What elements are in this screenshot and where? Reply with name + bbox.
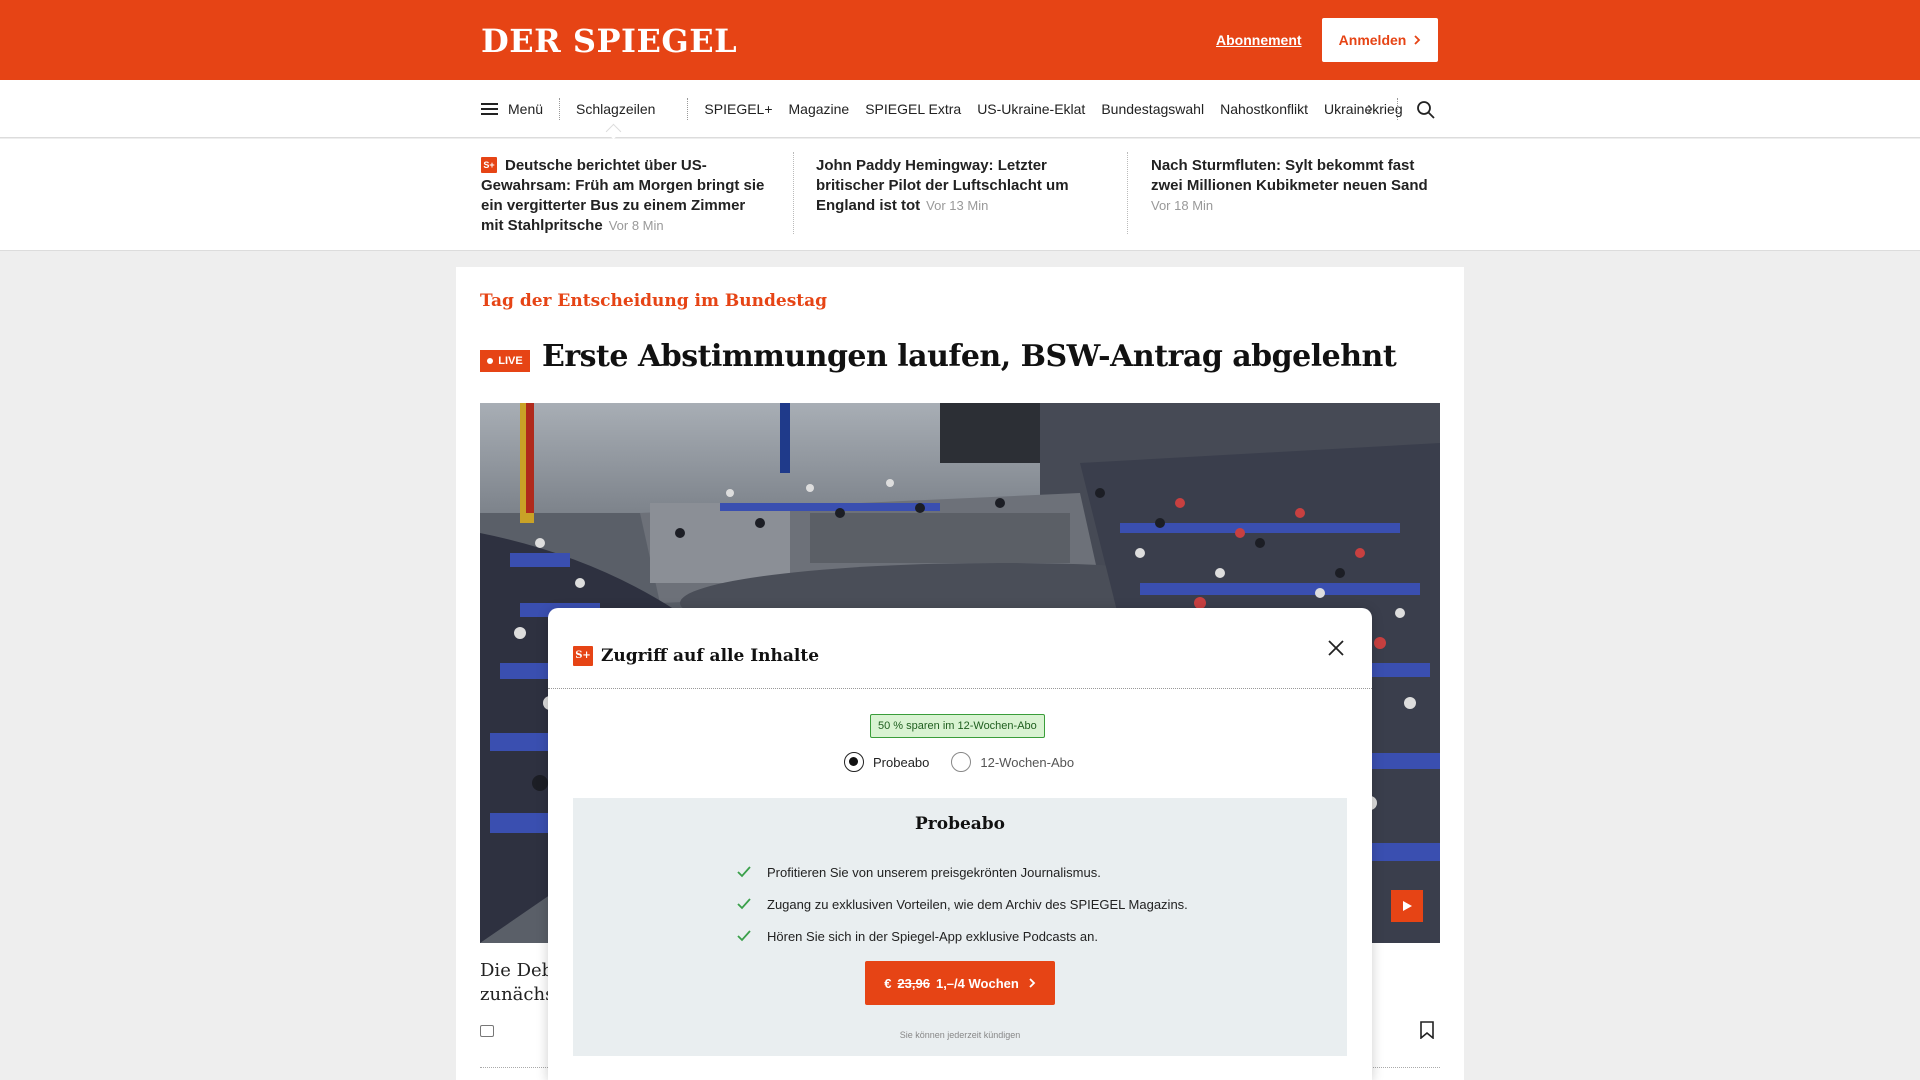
radio-selected-icon — [844, 752, 864, 772]
search-icon[interactable] — [1416, 100, 1436, 120]
plan-title: Probeabo — [914, 814, 1006, 834]
article-headline[interactable]: Erste Abstimmungen laufen, BSW-Antrag ab… — [542, 339, 1397, 374]
check-icon — [737, 898, 751, 910]
spiegel-plus-badge: S+ — [481, 157, 497, 173]
benefit-text: Zugang zu exklusiven Vorteilen, wie dem … — [767, 896, 1188, 912]
ticker-divider — [793, 152, 794, 234]
benefit-item: Zugang zu exklusiven Vorteilen, wie dem … — [737, 888, 1188, 920]
radio-label: 12-Wochen-Abo — [980, 754, 1075, 770]
cta-new-price: 1,–/4 Wochen — [935, 975, 1019, 991]
ticker-item[interactable]: John Paddy Hemingway: Letzter britischer… — [816, 156, 1086, 216]
login-button-label: Anmelden — [1338, 32, 1407, 48]
cta-old-price: 23,96 — [897, 975, 930, 991]
article-kicker[interactable]: Tag der Entscheidung im Bundestag — [480, 291, 827, 311]
subscribe-button[interactable]: € 23,96 1,–/4 Wochen — [865, 961, 1055, 1005]
savings-badge: 50 % sparen im 12-Wochen-Abo — [870, 714, 1045, 738]
subscription-link[interactable]: Abonnement — [1216, 32, 1302, 48]
radio-unselected-icon — [951, 752, 972, 772]
nav-item-schlagzeilen[interactable]: Schlagzeilen — [576, 101, 671, 117]
nav-item-nahostkonflikt[interactable]: Nahostkonflikt — [1220, 101, 1308, 117]
spiegel-logo[interactable]: DER SPIEGEL — [481, 22, 737, 60]
check-icon — [737, 930, 751, 942]
play-icon — [1403, 901, 1412, 911]
ticker-time: Vor 13 Min — [926, 198, 989, 213]
nav-item-us-ukraine[interactable]: US-Ukraine-Eklat — [977, 101, 1085, 117]
subscription-modal: S+ Zugriff auf alle Inhalte 50 % sparen … — [548, 608, 1372, 1080]
menu-label: Menü — [508, 101, 544, 117]
nav-scroll-right-icon[interactable]: › — [1367, 98, 1373, 119]
benefit-list: Profitieren Sie von unserem preisgekrönt… — [737, 856, 1188, 952]
ticker-time: Vor 18 Min — [1151, 198, 1214, 213]
live-dot-icon — [487, 358, 494, 364]
nav-divider — [687, 98, 689, 120]
nav-item-magazine[interactable]: Magazine — [789, 101, 850, 117]
chevron-right-icon — [1414, 35, 1421, 45]
live-badge: LIVE — [480, 350, 530, 372]
check-icon — [737, 866, 751, 878]
nav-divider — [1397, 98, 1398, 120]
modal-title-text: Zugriff auf alle Inhalte — [601, 646, 820, 666]
live-badge-label: LIVE — [498, 355, 523, 367]
ticker-divider — [1127, 152, 1128, 234]
login-button[interactable]: Anmelden — [1322, 18, 1438, 62]
plan-details: Probeabo Profitieren Sie von unserem pre… — [573, 798, 1347, 1056]
menu-button[interactable]: Menü — [481, 101, 559, 117]
spiegel-plus-badge: S+ — [573, 646, 593, 666]
plan-selector: Probeabo 12-Wochen-Abo — [844, 752, 1096, 772]
close-icon[interactable] — [1324, 636, 1348, 660]
benefit-item: Profitieren Sie von unserem preisgekrönt… — [737, 856, 1188, 888]
cancel-note: Sie können jederzeit kündigen — [899, 1030, 1021, 1040]
ticker-title: Nach Sturmfluten: Sylt bekommt fast zwei… — [1151, 157, 1428, 194]
nav-item-bundestagswahl[interactable]: Bundestagswahl — [1101, 101, 1204, 117]
bookmark-icon[interactable] — [1420, 1021, 1434, 1039]
benefit-item: Hören Sie sich in der Spiegel-App exklus… — [737, 920, 1188, 952]
main-navigation: Menü Schlagzeilen SPIEGEL+ Magazine SPIE… — [0, 80, 1920, 138]
ticker-item[interactable]: S+ Deutsche berichtet über US-Gewahrsam: … — [481, 156, 771, 236]
ticker-item[interactable]: Nach Sturmfluten: Sylt bekommt fast zwei… — [1151, 156, 1441, 216]
ticker-time: Vor 8 Min — [608, 218, 664, 233]
benefit-text: Profitieren Sie von unserem preisgekrönt… — [767, 864, 1101, 880]
nav-divider — [559, 98, 561, 120]
chevron-right-icon — [1029, 978, 1036, 988]
modal-title: S+ Zugriff auf alle Inhalte — [573, 646, 819, 666]
hamburger-icon — [481, 103, 498, 115]
divider — [548, 688, 1372, 689]
video-play-button[interactable] — [1391, 890, 1423, 922]
nav-item-spiegel-extra[interactable]: SPIEGEL Extra — [865, 101, 961, 117]
benefit-text: Hören Sie sich in der Spiegel-App exklus… — [767, 928, 1098, 944]
video-icon — [480, 1025, 494, 1037]
radio-probeabo[interactable]: Probeabo — [844, 752, 929, 772]
nav-item-spiegel-plus[interactable]: SPIEGEL+ — [704, 101, 772, 117]
radio-12-wochen-abo[interactable]: 12-Wochen-Abo — [951, 752, 1074, 772]
nav-item-ukrainekrieg[interactable]: Ukrainekrieg — [1324, 101, 1403, 117]
cta-currency: € — [884, 975, 892, 991]
top-header: DER SPIEGEL Abonnement Anmelden — [0, 0, 1920, 80]
radio-label: Probeabo — [873, 754, 930, 770]
